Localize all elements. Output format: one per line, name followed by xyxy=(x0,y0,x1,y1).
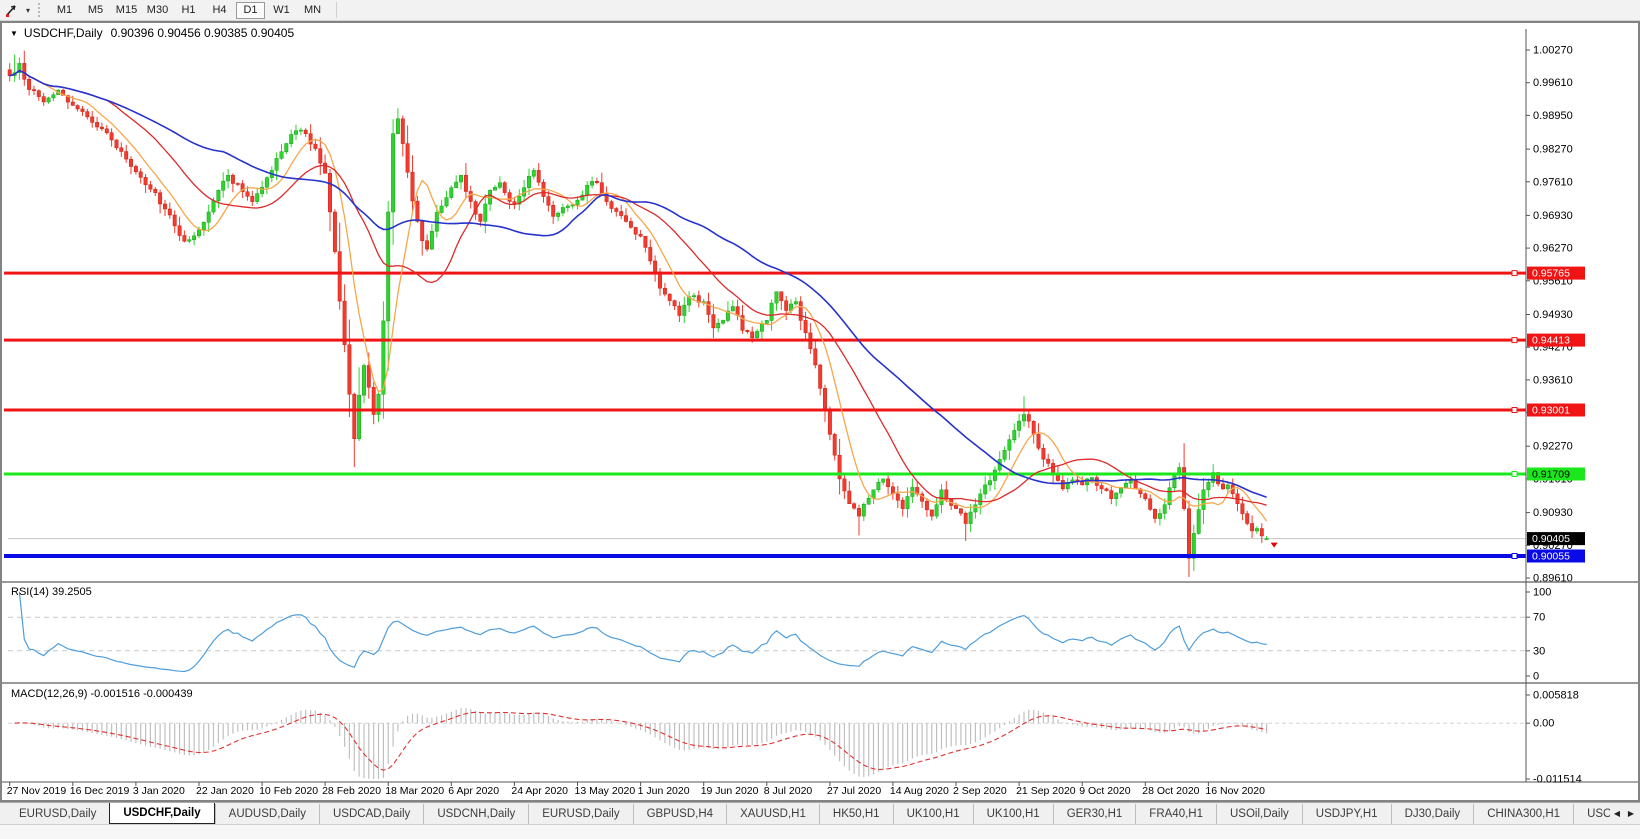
svg-text:0.95765: 0.95765 xyxy=(1532,268,1570,280)
tab-hk50-h1[interactable]: HK50,H1 xyxy=(819,804,893,824)
svg-text:0.99610: 0.99610 xyxy=(1533,77,1573,89)
chart-tab-bar: EURUSD,DailyUSDCHF,DailyAUDUSD,DailyUSDC… xyxy=(0,802,1640,824)
tab-uk100-h1[interactable]: UK100,H1 xyxy=(893,804,973,824)
svg-text:0.96270: 0.96270 xyxy=(1533,243,1573,255)
svg-text:22 Jan 2020: 22 Jan 2020 xyxy=(196,785,254,797)
toolbar-grip xyxy=(38,3,43,17)
macd-indicator-label: MACD(12,26,9) -0.001516 -0.000439 xyxy=(11,688,193,700)
svg-text:28 Oct 2020: 28 Oct 2020 xyxy=(1142,785,1199,797)
chart-canvas[interactable]: 1.00270 0.99610 0.98950 0.98270 0.97610 0.969… xyxy=(2,23,1638,800)
tab-usdjpy-h1[interactable]: USDJPY,H1 xyxy=(1302,804,1391,824)
triangle-down-icon[interactable]: ▼ xyxy=(10,29,18,38)
svg-text:19 Jun 2020: 19 Jun 2020 xyxy=(701,785,759,797)
tf-button-mn[interactable]: MN xyxy=(298,2,327,19)
chart-ohlc-values: 0.90396 0.90456 0.90385 0.90405 xyxy=(111,26,295,40)
toolbar-separator xyxy=(336,2,337,18)
tab-eurusd-daily[interactable]: EURUSD,Daily xyxy=(6,804,109,824)
svg-text:6 Apr 2020: 6 Apr 2020 xyxy=(448,785,499,797)
chevron-down-icon[interactable]: ▾ xyxy=(22,6,34,15)
svg-text:0.98270: 0.98270 xyxy=(1533,144,1573,156)
tab-ger30-h1[interactable]: GER30,H1 xyxy=(1053,804,1136,824)
svg-text:0.93001: 0.93001 xyxy=(1532,405,1570,417)
svg-text:27 Jul 2020: 27 Jul 2020 xyxy=(827,785,881,797)
status-bar xyxy=(0,824,1640,839)
svg-text:0.94413: 0.94413 xyxy=(1532,335,1570,347)
tf-button-h1[interactable]: H1 xyxy=(174,2,203,19)
chart-window: ▼ USDCHF,Daily 0.90396 0.90456 0.90385 0.9… xyxy=(0,21,1640,802)
timeframe-buttons: M1M5M15M30H1H4D1W1MN xyxy=(49,0,328,21)
tab-xauusd-h1[interactable]: XAUUSD,H1 xyxy=(726,804,819,824)
tab-china300-h1[interactable]: CHINA300,H1 xyxy=(1473,804,1573,824)
svg-text:70: 70 xyxy=(1533,612,1545,624)
svg-text:18 Mar 2020: 18 Mar 2020 xyxy=(385,785,444,797)
svg-text:2 Sep 2020: 2 Sep 2020 xyxy=(953,785,1007,797)
rsi-indicator-label: RSI(14) 39.2505 xyxy=(11,586,92,598)
chart-symbol-label: USDCHF,Daily xyxy=(24,26,103,40)
svg-text:0.90055: 0.90055 xyxy=(1532,551,1570,563)
svg-text:0.00: 0.00 xyxy=(1533,718,1554,730)
tf-button-m15[interactable]: M15 xyxy=(112,2,141,19)
svg-text:0.93610: 0.93610 xyxy=(1533,374,1573,386)
svg-text:27 Nov 2019: 27 Nov 2019 xyxy=(7,785,67,797)
tf-button-w1[interactable]: W1 xyxy=(267,2,296,19)
svg-text:1.00270: 1.00270 xyxy=(1533,45,1573,57)
tab-usoil-daily[interactable]: USOil,Daily xyxy=(1216,804,1302,824)
svg-text:0.98950: 0.98950 xyxy=(1533,110,1573,122)
svg-text:0.90405: 0.90405 xyxy=(1532,533,1570,545)
tab-fra40-h1[interactable]: FRA40,H1 xyxy=(1135,804,1216,824)
svg-text:14 Aug 2020: 14 Aug 2020 xyxy=(890,785,949,797)
svg-text:28 Feb 2020: 28 Feb 2020 xyxy=(322,785,381,797)
mt4-terminal: ▾ M1M5M15M30H1H4D1W1MN ▼ USDCHF,Daily 0.90… xyxy=(0,0,1640,839)
tab-scroll-arrows: ◀ ▶ xyxy=(1610,804,1638,822)
tf-button-m30[interactable]: M30 xyxy=(143,2,172,19)
crosshair-tool-icon[interactable] xyxy=(0,1,22,19)
svg-text:0.89610: 0.89610 xyxy=(1533,573,1573,585)
svg-text:-0.011514: -0.011514 xyxy=(1533,774,1582,786)
svg-text:1 Jun 2020: 1 Jun 2020 xyxy=(638,785,690,797)
svg-text:3 Jan 2020: 3 Jan 2020 xyxy=(133,785,185,797)
tf-button-d1[interactable]: D1 xyxy=(236,2,265,19)
tf-button-m5[interactable]: M5 xyxy=(81,2,110,19)
tab-usdcad-daily[interactable]: USDCAD,Daily xyxy=(319,804,423,824)
svg-text:16 Nov 2020: 16 Nov 2020 xyxy=(1205,785,1265,797)
tab-scroll-right-icon[interactable]: ▶ xyxy=(1624,805,1638,821)
svg-text:0.91709: 0.91709 xyxy=(1532,469,1570,481)
svg-text:16 Dec 2019: 16 Dec 2019 xyxy=(70,785,130,797)
svg-text:0: 0 xyxy=(1533,671,1539,683)
svg-text:10 Feb 2020: 10 Feb 2020 xyxy=(259,785,318,797)
svg-text:24 Apr 2020: 24 Apr 2020 xyxy=(511,785,568,797)
svg-text:0.005818: 0.005818 xyxy=(1533,690,1579,702)
svg-text:0.92270: 0.92270 xyxy=(1533,441,1573,453)
tab-audusd-daily[interactable]: AUDUSD,Daily xyxy=(215,804,319,824)
svg-text:13 May 2020: 13 May 2020 xyxy=(575,785,636,797)
tab-scroll-left-icon[interactable]: ◀ xyxy=(1610,805,1624,821)
svg-text:30: 30 xyxy=(1533,645,1545,657)
tab-gbpusd-h4[interactable]: GBPUSD,H4 xyxy=(633,804,726,824)
svg-text:0.90930: 0.90930 xyxy=(1533,507,1573,519)
svg-text:21 Sep 2020: 21 Sep 2020 xyxy=(1016,785,1076,797)
chart-title: ▼ USDCHF,Daily 0.90396 0.90456 0.90385 0.9… xyxy=(10,26,294,40)
svg-text:0.94930: 0.94930 xyxy=(1533,309,1573,321)
tab-usdcnh-daily[interactable]: USDCNH,Daily xyxy=(423,804,528,824)
tab-dj30-daily[interactable]: DJ30,Daily xyxy=(1391,804,1474,824)
svg-text:8 Jul 2020: 8 Jul 2020 xyxy=(764,785,813,797)
svg-text:100: 100 xyxy=(1533,587,1551,599)
svg-text:9 Oct 2020: 9 Oct 2020 xyxy=(1079,785,1131,797)
tab-uk100-h1[interactable]: UK100,H1 xyxy=(973,804,1053,824)
timeframe-toolbar: ▾ M1M5M15M30H1H4D1W1MN xyxy=(0,0,1640,21)
tab-usdchf-daily[interactable]: USDCHF,Daily xyxy=(109,802,214,824)
tab-eurusd-daily[interactable]: EURUSD,Daily xyxy=(528,804,632,824)
tf-button-h4[interactable]: H4 xyxy=(205,2,234,19)
svg-text:0.96930: 0.96930 xyxy=(1533,210,1573,222)
tf-button-m1[interactable]: M1 xyxy=(50,2,79,19)
svg-text:0.97610: 0.97610 xyxy=(1533,176,1573,188)
